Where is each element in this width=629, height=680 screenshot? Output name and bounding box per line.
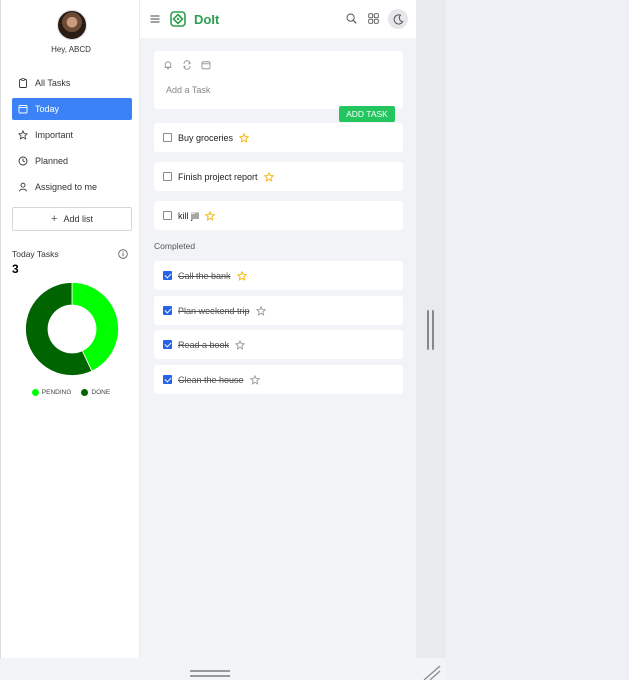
info-icon[interactable] bbox=[118, 249, 128, 259]
sidebar-item-label: Planned bbox=[35, 156, 69, 166]
task-checkbox[interactable] bbox=[163, 271, 172, 280]
add-task-input[interactable] bbox=[166, 83, 386, 97]
legend-done-label: DONE bbox=[91, 389, 111, 396]
calendar-icon bbox=[18, 104, 28, 114]
task-text: Plan weekend trip bbox=[178, 305, 250, 316]
stats-legend: PENDING DONE bbox=[1, 389, 141, 396]
task-checkbox[interactable] bbox=[163, 340, 172, 349]
completed-task-item[interactable]: Plan weekend trip bbox=[154, 296, 403, 325]
sidebar-item-assigned[interactable]: Assigned to me bbox=[12, 176, 132, 198]
task-checkbox[interactable] bbox=[163, 306, 172, 315]
sidebar-item-all-tasks[interactable]: All Tasks bbox=[12, 72, 132, 94]
clipboard-icon bbox=[18, 78, 28, 88]
legend-done: DONE bbox=[81, 389, 110, 396]
user-greeting: Hey, ABCD bbox=[51, 45, 91, 54]
menu-icon[interactable] bbox=[150, 14, 160, 24]
app-title: DoIt bbox=[194, 12, 220, 27]
task-checkbox[interactable] bbox=[163, 375, 172, 384]
corner-resize-icon[interactable] bbox=[420, 664, 442, 680]
done-dot bbox=[81, 389, 89, 396]
task-item[interactable]: kill jill bbox=[154, 201, 403, 230]
add-list-label: Add list bbox=[63, 214, 93, 224]
sidebar-item-planned[interactable]: Planned bbox=[12, 150, 132, 172]
star-icon[interactable] bbox=[236, 270, 247, 281]
star-icon[interactable] bbox=[255, 305, 266, 316]
task-item[interactable]: Finish project report bbox=[154, 162, 403, 191]
completed-task-item[interactable]: Read a book bbox=[154, 330, 403, 359]
user-icon bbox=[18, 182, 28, 192]
task-text: Buy groceries bbox=[178, 132, 234, 143]
stats-title: Today Tasks bbox=[12, 249, 59, 259]
stats-count: 3 bbox=[12, 262, 19, 276]
sidebar-item-important[interactable]: Important bbox=[12, 124, 132, 146]
star-icon[interactable] bbox=[249, 374, 260, 385]
sidebar-item-label: Important bbox=[35, 130, 74, 140]
sidebar-item-label: Assigned to me bbox=[35, 182, 98, 192]
completed-task-item[interactable]: Clean the house bbox=[154, 365, 403, 394]
calendar-icon[interactable] bbox=[201, 60, 211, 70]
task-checkbox[interactable] bbox=[163, 133, 172, 142]
task-composer bbox=[154, 51, 403, 109]
resize-handle-vertical[interactable] bbox=[427, 310, 435, 350]
star-icon[interactable] bbox=[263, 171, 274, 182]
logo-icon bbox=[170, 11, 186, 27]
sidebar-item-label: All Tasks bbox=[35, 78, 71, 88]
pending-dot bbox=[31, 389, 39, 396]
plus-icon: + bbox=[51, 213, 58, 225]
task-checkbox[interactable] bbox=[163, 211, 172, 220]
moon-icon bbox=[393, 13, 404, 24]
search-icon[interactable] bbox=[346, 13, 357, 24]
legend-pending: PENDING bbox=[31, 389, 72, 396]
task-text: Finish project report bbox=[178, 171, 258, 182]
resize-handle-horizontal[interactable] bbox=[190, 670, 230, 678]
star-icon[interactable] bbox=[239, 132, 250, 143]
sidebar: Hey, ABCD All Tasks Today Important Plan… bbox=[0, 0, 140, 658]
stats-donut-chart bbox=[25, 282, 119, 376]
bell-icon[interactable] bbox=[163, 60, 173, 70]
completed-section-label: Completed bbox=[154, 241, 196, 251]
legend-pending-label: PENDING bbox=[41, 389, 72, 396]
add-task-button[interactable]: ADD TASK bbox=[339, 106, 395, 122]
sidebar-nav: All Tasks Today Important Planned Assign… bbox=[12, 72, 132, 202]
clock-icon bbox=[18, 156, 28, 166]
completed-task-item[interactable]: Call the bank bbox=[154, 261, 403, 290]
task-text: Read a book bbox=[178, 339, 230, 350]
task-item[interactable]: Buy groceries bbox=[154, 123, 403, 152]
repeat-icon[interactable] bbox=[182, 60, 192, 70]
task-text: Call the bank bbox=[178, 270, 231, 281]
star-icon bbox=[18, 130, 28, 140]
avatar[interactable] bbox=[57, 10, 87, 40]
add-list-button[interactable]: + Add list bbox=[12, 207, 132, 231]
star-icon[interactable] bbox=[205, 210, 215, 221]
task-text: kill jill bbox=[178, 210, 199, 221]
grid-icon[interactable] bbox=[368, 13, 379, 24]
theme-toggle-button[interactable] bbox=[388, 9, 408, 29]
task-text: Clean the house bbox=[178, 374, 244, 385]
star-icon[interactable] bbox=[235, 339, 246, 350]
sidebar-item-label: Today bbox=[35, 104, 60, 114]
task-checkbox[interactable] bbox=[163, 172, 172, 181]
sidebar-item-today[interactable]: Today bbox=[12, 98, 132, 120]
